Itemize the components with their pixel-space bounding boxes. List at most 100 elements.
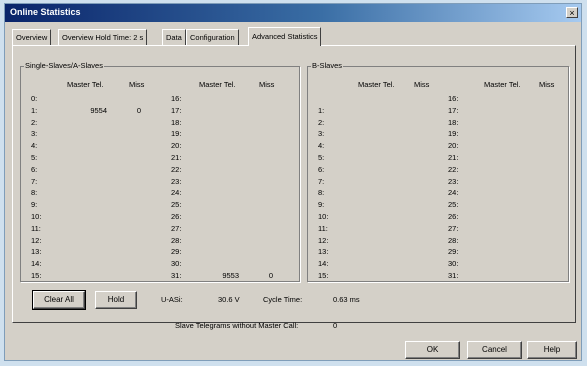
slave-number: 4: xyxy=(31,141,38,151)
slave-number: 5: xyxy=(31,153,38,162)
b-slave-number: 16: xyxy=(448,94,459,103)
b-slave-number: 28: xyxy=(448,235,459,245)
slave-number: 10: xyxy=(31,212,42,221)
online-statistics-window: Online Statistics × Overview Overview Ho… xyxy=(4,3,582,361)
cycle-time-label: Cycle Time: xyxy=(263,295,303,304)
b-miss-header-right: Miss xyxy=(539,80,555,89)
advanced-statistics-panel: Single-Slaves/A-Slaves Master Tel. Miss … xyxy=(12,45,576,330)
tab-data[interactable]: Data xyxy=(162,29,186,45)
slave-number: 12: xyxy=(31,235,42,245)
slave-number: 1: xyxy=(31,105,38,115)
slave-number: 18: xyxy=(171,117,182,127)
slave-telegrams-value: 0 xyxy=(333,321,338,330)
cancel-button[interactable]: Cancel xyxy=(467,341,522,359)
b-slaves-group: B-Slaves Master Tel. Miss Master Tel. Mi… xyxy=(307,61,569,282)
b-slave-number: 24: xyxy=(448,188,459,198)
slave-number: 9: xyxy=(31,200,38,210)
slave-number: 27: xyxy=(171,223,182,233)
slave-number: 6: xyxy=(31,164,38,174)
window-title: Online Statistics xyxy=(10,7,81,17)
clear-all-button[interactable]: Clear All xyxy=(32,290,86,310)
tab-overview[interactable]: Overview xyxy=(12,29,52,45)
b-slave-number: 23: xyxy=(448,176,459,186)
slave-number: 25: xyxy=(171,200,182,210)
b-slave-number: 26: xyxy=(448,212,459,221)
b-slave-number: 25: xyxy=(448,200,459,210)
master-tel-value: 9553 xyxy=(222,271,239,280)
b-slave-number: 8: xyxy=(318,188,325,198)
close-icon[interactable]: × xyxy=(566,7,578,18)
slave-telegrams-label: Slave Telegrams without Master Call: xyxy=(175,321,299,330)
slave-number: 16: xyxy=(171,94,182,103)
single-master-header-right: Master Tel. xyxy=(199,80,236,89)
single-slaves-group: Single-Slaves/A-Slaves Master Tel. Miss … xyxy=(20,61,300,282)
single-master-header-left: Master Tel. xyxy=(67,80,104,89)
b-slave-number: 22: xyxy=(448,164,459,174)
slave-number: 11: xyxy=(31,223,41,233)
b-slave-number: 3: xyxy=(318,129,325,139)
slave-number: 20: xyxy=(171,141,182,151)
slave-number: 15: xyxy=(31,271,42,280)
b-slave-number: 9: xyxy=(318,200,325,210)
b-slave-number: 14: xyxy=(318,259,329,269)
b-master-header-left: Master Tel. xyxy=(358,80,395,89)
single-miss-header-right: Miss xyxy=(259,80,275,89)
slave-number: 31: xyxy=(171,271,182,280)
help-button[interactable]: Help xyxy=(527,341,577,359)
slave-number: 17: xyxy=(171,105,182,115)
title-bar[interactable]: Online Statistics × xyxy=(5,4,581,22)
b-slave-number: 7: xyxy=(318,176,325,186)
slave-number: 0: xyxy=(31,94,38,103)
b-slave-number: 31: xyxy=(448,271,459,280)
b-slave-number: 17: xyxy=(448,105,459,115)
slave-number: 21: xyxy=(171,153,182,162)
b-slave-number: 15: xyxy=(318,271,329,280)
b-slave-number: 10: xyxy=(318,212,329,221)
b-slave-number: 6: xyxy=(318,164,325,174)
b-slave-number: 2: xyxy=(318,117,325,127)
uasi-label: U-ASi: xyxy=(161,295,183,304)
b-slave-number: 27: xyxy=(448,223,459,233)
b-miss-header-left: Miss xyxy=(414,80,430,89)
slave-number: 7: xyxy=(31,176,38,186)
b-slave-number: 30: xyxy=(448,259,459,269)
tab-configuration[interactable]: Configuration xyxy=(186,29,239,45)
b-slave-number: 1: xyxy=(318,105,325,115)
slave-number: 13: xyxy=(31,247,42,257)
b-slave-number: 20: xyxy=(448,141,459,151)
slave-number: 22: xyxy=(171,164,182,174)
slave-number: 14: xyxy=(31,259,42,269)
slave-number: 23: xyxy=(171,176,182,186)
b-slave-number: 18: xyxy=(448,117,459,127)
slave-number: 28: xyxy=(171,235,182,245)
b-slave-number: 29: xyxy=(448,247,459,257)
uasi-value: 30.6 V xyxy=(218,295,240,304)
hold-button[interactable]: Hold xyxy=(95,291,137,309)
b-slave-number: 19: xyxy=(448,129,459,139)
single-miss-header-left: Miss xyxy=(129,80,145,89)
b-slaves-title: B-Slaves xyxy=(311,61,344,70)
miss-value: 0 xyxy=(268,271,273,280)
slave-number: 2: xyxy=(31,117,38,127)
b-slave-number: 5: xyxy=(318,153,325,162)
tab-overview-hold-time[interactable]: Overview Hold Time: 2 s xyxy=(58,29,148,45)
miss-value: 0 xyxy=(136,105,141,115)
slave-number: 3: xyxy=(31,129,38,139)
b-slave-number: 13: xyxy=(318,247,329,257)
slave-number: 19: xyxy=(171,129,182,139)
master-tel-value: 9554 xyxy=(90,105,107,115)
slave-number: 30: xyxy=(171,259,182,269)
cycle-time-value: 0.63 ms xyxy=(333,295,360,304)
b-slave-number: 21: xyxy=(448,153,459,162)
b-master-header-right: Master Tel. xyxy=(484,80,521,89)
slave-number: 8: xyxy=(31,188,38,198)
slave-number: 29: xyxy=(171,247,182,257)
slave-number: 26: xyxy=(171,212,182,221)
b-slave-number: 11: xyxy=(318,223,328,233)
b-slave-number: 4: xyxy=(318,141,325,151)
slave-number: 24: xyxy=(171,188,182,198)
b-slave-number: 12: xyxy=(318,235,329,245)
tab-advanced-statistics[interactable]: Advanced Statistics xyxy=(248,27,322,46)
ok-button[interactable]: OK xyxy=(405,341,460,359)
single-slaves-title: Single-Slaves/A-Slaves xyxy=(24,61,104,70)
